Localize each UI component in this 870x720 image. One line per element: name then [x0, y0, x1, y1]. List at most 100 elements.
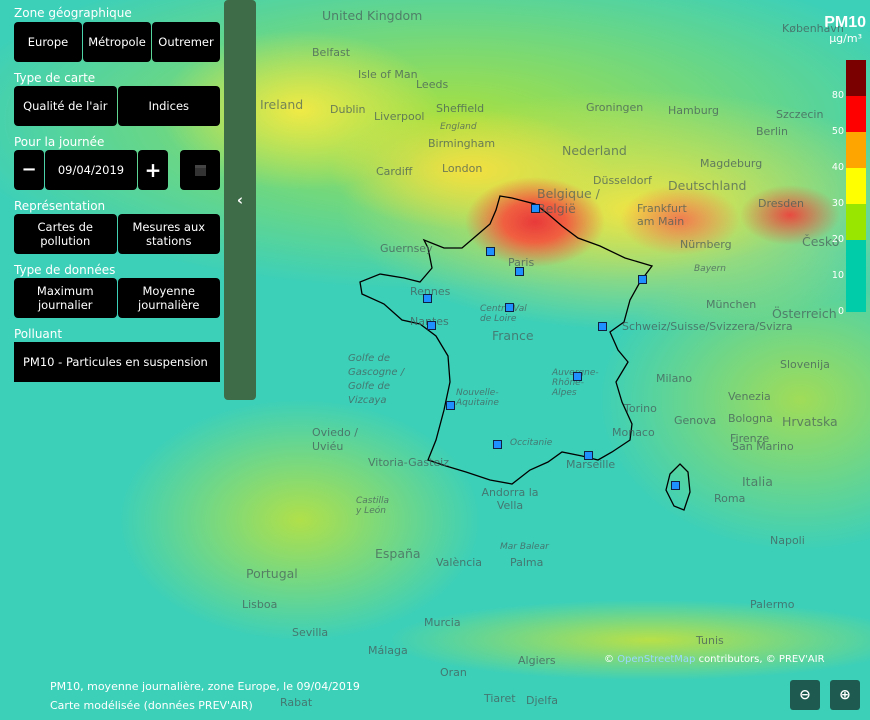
map-label: Belfast [312, 46, 351, 59]
map-label: London [442, 162, 483, 175]
map-label: Sevilla [292, 626, 329, 639]
map-label: München [706, 298, 757, 311]
attribution: © OpenStreetMap contributors, © PREV'AIR [604, 654, 825, 665]
openstreetmap-link[interactable]: OpenStreetMap [617, 654, 695, 665]
zoom-in-button[interactable]: ⊕ [830, 680, 860, 710]
map-label: Groningen [586, 101, 644, 114]
date-field[interactable]: 09/04/2019 [45, 150, 137, 190]
zoom-in-icon: ⊕ [839, 687, 851, 703]
map-label: Málaga [368, 644, 408, 657]
map-label: España [375, 546, 421, 561]
map-label: Belgique / België [537, 186, 600, 216]
map-label: Milano [656, 372, 693, 385]
map-label: Leeds [416, 78, 449, 91]
attribution-prefix: © [604, 654, 618, 665]
legend-color-step [846, 96, 866, 132]
map-label: Nouvelle-Aquitaine [456, 388, 499, 408]
map-label: Ireland [260, 97, 304, 112]
map-caption: PM10, moyenne journalière, zone Europe, … [50, 680, 360, 693]
map-label: Nürnberg [680, 238, 732, 251]
legend-tick: 40 [831, 162, 844, 173]
station-marker[interactable] [427, 321, 436, 330]
map-label: Schweiz/Suisse/Svizzera/Svizra [622, 320, 793, 333]
legend: PM10 µg/m³ [810, 14, 870, 45]
map-label: Mar Balear [500, 542, 549, 552]
map-source: Carte modélisée (données PREV'AIR) [50, 699, 253, 712]
representation-label: Représentation [14, 199, 106, 213]
station-marker[interactable] [515, 267, 524, 276]
station-marker[interactable] [423, 294, 432, 303]
legend-tick: 80 [831, 90, 844, 101]
map-label: Castilla y León [356, 496, 390, 516]
map-label: Golfe de Gascogne / Golfe de Vizcaya [348, 353, 405, 406]
map-label: Occitanie [510, 438, 553, 448]
legend-tick: 20 [831, 234, 844, 245]
map-label: Berlin [756, 125, 788, 138]
station-marker[interactable] [493, 440, 502, 449]
map-label: Monaco [612, 426, 655, 439]
map-label: Dublin [330, 103, 366, 116]
map-type-label: Type de carte [14, 71, 96, 85]
legend-color-step [846, 168, 866, 204]
pollutant-select[interactable]: PM10 - Particules en suspension [14, 342, 220, 382]
station-measures-button[interactable]: Mesures aux stations [117, 214, 220, 254]
map-label: Genova [674, 414, 717, 427]
zone-europe-button[interactable]: Europe [14, 22, 82, 62]
map-label: Andorra la Vella [481, 486, 539, 512]
map-label: Vitoria-Gasteiz [368, 456, 449, 469]
attribution-suffix: contributors, © PREV'AIR [695, 654, 825, 665]
pollution-maps-button[interactable]: Cartes de pollution [14, 214, 117, 254]
map-label: Portugal [246, 566, 298, 581]
pollutant-label: Polluant [14, 327, 63, 341]
calendar-button[interactable] [180, 150, 220, 190]
map-label: Frankfurt am Main [637, 202, 687, 228]
map-label: Magdeburg [700, 157, 763, 170]
map-label: Guernsey [380, 242, 433, 255]
previous-day-button[interactable]: − [14, 150, 44, 190]
legend-tick: 10 [831, 270, 844, 281]
daily-max-button[interactable]: Maximum journalier [14, 278, 117, 318]
legend-color-step [846, 132, 866, 168]
map-label: Hamburg [668, 104, 719, 117]
map-label: Roma [714, 492, 746, 505]
map-label: Österreich [772, 306, 837, 321]
map-label: València [436, 556, 483, 569]
map-label: Venezia [728, 390, 771, 403]
station-marker[interactable] [486, 247, 495, 256]
map-label: Torino [624, 402, 657, 415]
station-marker[interactable] [584, 451, 593, 460]
air-quality-button[interactable]: Qualité de l'air [14, 86, 117, 126]
legend-color-step [846, 240, 866, 312]
map-label: Algiers [518, 654, 556, 667]
station-marker[interactable] [531, 204, 540, 213]
day-label: Pour la journée [14, 135, 105, 149]
station-marker[interactable] [446, 401, 455, 410]
zoom-out-button[interactable]: ⊖ [790, 680, 820, 710]
map-label: Bologna [728, 412, 773, 425]
map-label: United Kingdom [322, 8, 423, 23]
zone-metropole-button[interactable]: Métropole [83, 22, 151, 62]
map-label: Palermo [750, 598, 795, 611]
map-label: France [492, 328, 534, 343]
collapse-panel-button[interactable]: ‹ [224, 0, 256, 400]
station-marker[interactable] [573, 372, 582, 381]
daily-mean-button[interactable]: Moyenne journalière [117, 278, 220, 318]
station-marker[interactable] [638, 275, 647, 284]
legend-tick: 50 [831, 126, 844, 137]
next-day-button[interactable]: + [138, 150, 168, 190]
zone-outremer-button[interactable]: Outremer [152, 22, 220, 62]
legend-tick: 0 [837, 306, 844, 317]
map-label: Birmingham [428, 137, 496, 150]
map-label: Liverpool [374, 110, 425, 123]
map-label: Napoli [770, 534, 805, 547]
indices-button[interactable]: Indices [117, 86, 220, 126]
map-label: Slovenija [780, 358, 830, 371]
map-label: Tiaret [484, 692, 516, 705]
map-label: Deutschland [668, 178, 747, 193]
map-label: Isle of Man [358, 68, 418, 81]
station-marker[interactable] [598, 322, 607, 331]
map-label: Hrvatska [782, 414, 838, 429]
legend-unit: µg/m³ [829, 32, 862, 45]
station-marker[interactable] [505, 303, 514, 312]
station-marker[interactable] [671, 481, 680, 490]
